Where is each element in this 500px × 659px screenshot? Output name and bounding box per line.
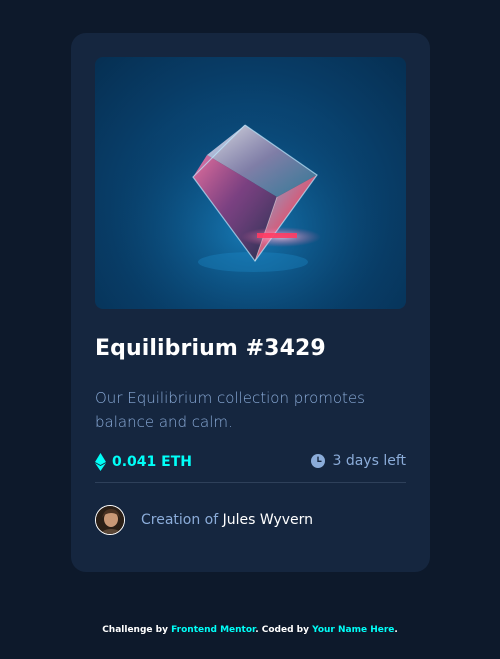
nft-card: Equilibrium #3429 Our Equilibrium collec… [71, 33, 430, 572]
clock-icon [311, 454, 326, 468]
creator-row: Creation of Jules Wyvern [95, 504, 313, 536]
nft-title[interactable]: Equilibrium #3429 [95, 336, 326, 361]
avatar [95, 505, 125, 535]
nft-meta-row: 0.041 ETH 3 days left [95, 453, 406, 473]
author-link[interactable]: Your Name Here [312, 625, 394, 635]
frontend-mentor-link[interactable]: Frontend Mentor [171, 625, 255, 635]
ethereum-icon [95, 453, 106, 471]
time-remaining: 3 days left [311, 453, 406, 469]
attribution-end: . [394, 625, 398, 635]
creator-prefix: Creation of [141, 512, 219, 528]
attribution-coded-by: . Coded by [255, 625, 309, 635]
nft-description: Our Equilibrium collection promotes bala… [95, 389, 365, 431]
attribution: Challenge by Frontend Mentor. Coded by Y… [0, 625, 500, 635]
equilibrium-cube-image [95, 57, 406, 309]
price-value: 0.041 ETH [112, 454, 192, 470]
attribution-prefix: Challenge by [102, 625, 168, 635]
price: 0.041 ETH [95, 453, 192, 471]
divider [95, 482, 406, 483]
creator-name[interactable]: Jules Wyvern [223, 512, 313, 528]
time-left-value: 3 days left [332, 453, 406, 469]
creator-text: Creation of Jules Wyvern [141, 512, 313, 528]
nft-image[interactable] [95, 57, 406, 309]
